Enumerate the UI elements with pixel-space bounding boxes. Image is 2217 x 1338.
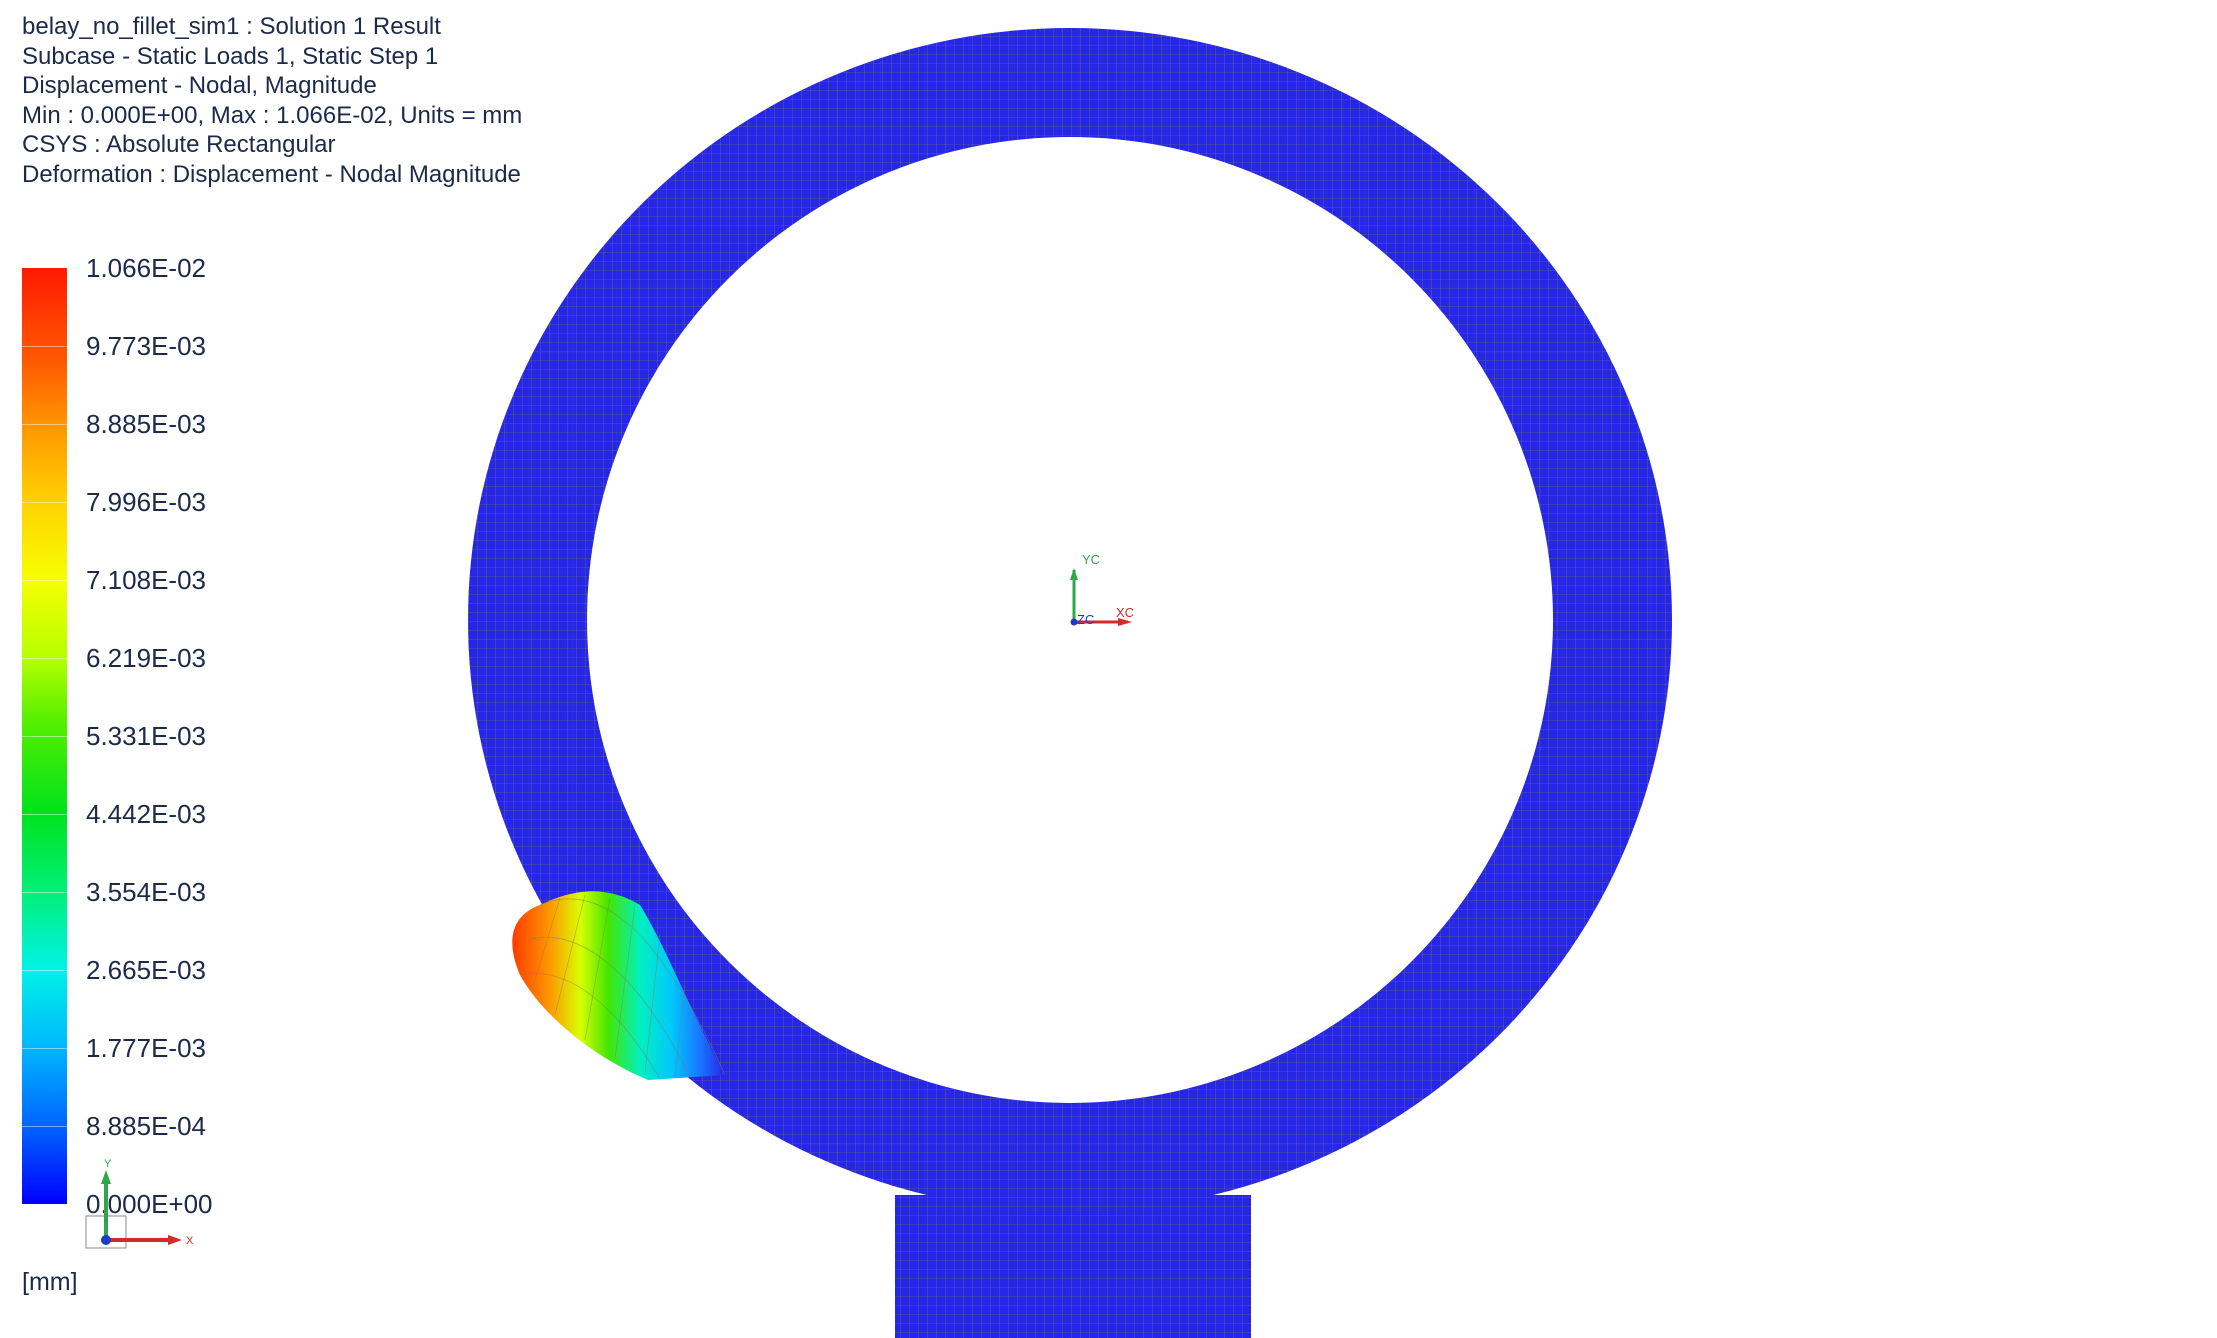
y-axis-label: Y — [104, 1158, 112, 1170]
view-triad: Y X — [85, 1158, 194, 1249]
graphics-viewport[interactable]: YC XC ZC — [0, 0, 2217, 1338]
x-axis-label: X — [186, 1235, 194, 1247]
center-csys-triad: YC XC ZC — [1070, 552, 1134, 627]
zc-label: ZC — [1077, 612, 1094, 627]
xc-label: XC — [1116, 605, 1134, 620]
yc-label: YC — [1082, 552, 1100, 567]
stem-mesh — [895, 1195, 1251, 1338]
